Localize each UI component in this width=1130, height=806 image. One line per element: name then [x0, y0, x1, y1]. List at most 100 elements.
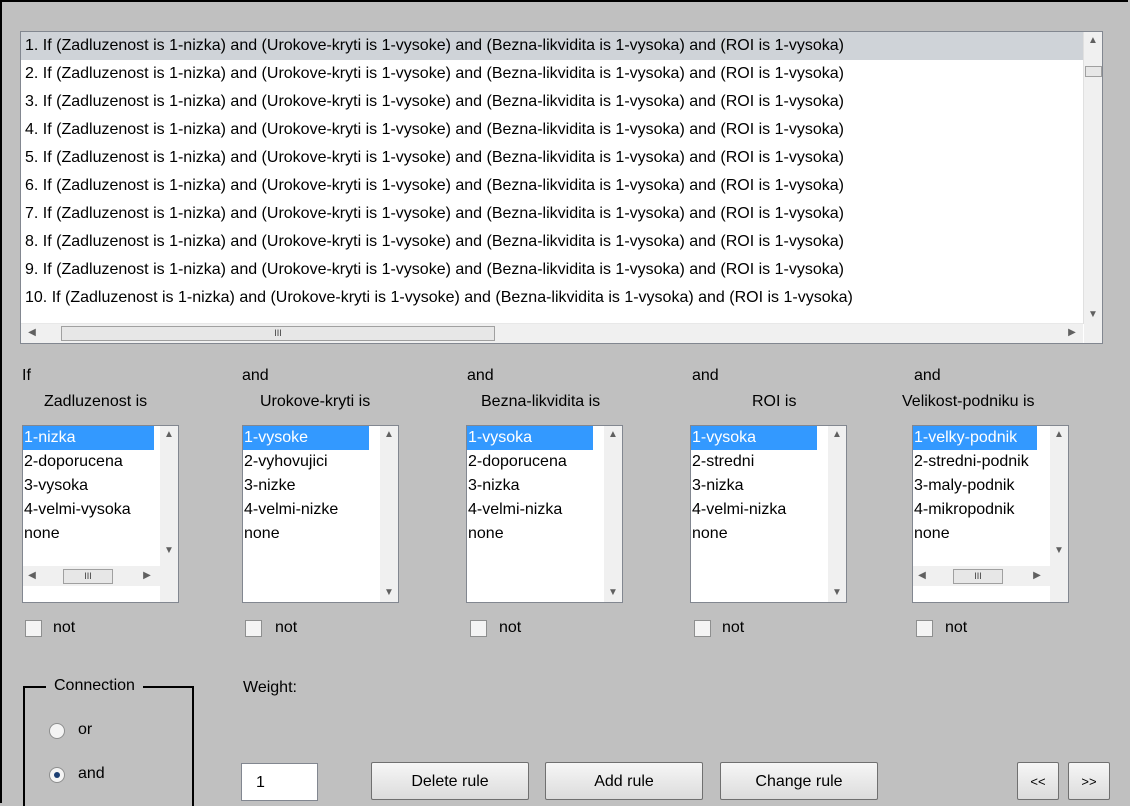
list-item[interactable]: 3-nizka — [691, 474, 822, 498]
roi-listbox[interactable]: 1-vysoka 2-stredni 3-nizka 4-velmi-nizka… — [690, 425, 847, 603]
scroll-down-icon[interactable]: ▼ — [380, 584, 398, 602]
list-item[interactable]: 1-nizka — [23, 426, 154, 450]
zadluzenost-listbox[interactable]: 1-nizka 2-doporucena 3-vysoka 4-velmi-vy… — [22, 425, 179, 603]
rule-row[interactable]: 5. If (Zadluzenost is 1-nizka) and (Urok… — [21, 144, 1083, 172]
not-checkbox-roi[interactable] — [694, 620, 711, 637]
list-item[interactable]: 3-vysoka — [23, 474, 154, 498]
rules-vertical-scrollbar[interactable]: ▲ ▼ — [1083, 32, 1102, 324]
scroll-thumb[interactable]: III — [953, 569, 1003, 584]
not-checkbox-bezna-likvidita[interactable] — [470, 620, 487, 637]
rules-list[interactable]: 1. If (Zadluzenost is 1-nizka) and (Urok… — [21, 32, 1083, 324]
rule-row[interactable]: 8. If (Zadluzenost is 1-nizka) and (Urok… — [21, 228, 1083, 256]
rule-row[interactable]: 1. If (Zadluzenost is 1-nizka) and (Urok… — [21, 32, 1083, 60]
scroll-down-icon[interactable]: ▼ — [1084, 306, 1102, 324]
rule-row[interactable]: 3. If (Zadluzenost is 1-nizka) and (Urok… — [21, 88, 1083, 116]
input-title-zadluzenost: Zadluzenost is — [44, 393, 148, 410]
scroll-corner — [1084, 324, 1102, 343]
scroll-thumb[interactable]: III — [61, 326, 495, 341]
not-checkbox-velikost-podniku[interactable] — [916, 620, 933, 637]
rule-row[interactable]: 7. If (Zadluzenost is 1-nizka) and (Urok… — [21, 200, 1083, 228]
list-item[interactable]: none — [467, 522, 598, 546]
add-rule-button[interactable]: Add rule — [545, 762, 703, 800]
list-item[interactable]: 3-nizka — [467, 474, 598, 498]
connector-label: If — [22, 367, 31, 384]
list-item[interactable]: 4-velmi-vysoka — [23, 498, 154, 522]
list-item[interactable]: 1-velky-podnik — [913, 426, 1037, 450]
list-horizontal-scrollbar[interactable]: ◀ III ▶ — [913, 566, 1050, 586]
connector-label: and — [467, 367, 494, 384]
list-horizontal-scrollbar[interactable]: ◀ III ▶ — [23, 566, 160, 586]
list-vertical-scrollbar[interactable]: ▲ ▼ — [604, 426, 622, 602]
list-item[interactable]: 3-nizke — [243, 474, 374, 498]
delete-rule-button[interactable]: Delete rule — [371, 762, 529, 800]
not-checkbox-zadluzenost[interactable] — [25, 620, 42, 637]
weight-input[interactable]: 1 — [241, 763, 318, 801]
input-title-velikost-podniku: Velikost-podniku is — [902, 393, 1035, 410]
input-title-roi: ROI is — [752, 393, 797, 410]
list-item[interactable]: none — [243, 522, 374, 546]
list-item[interactable]: 4-velmi-nizka — [691, 498, 822, 522]
scroll-down-icon[interactable]: ▼ — [160, 542, 178, 560]
not-checkbox-urokove-kryti[interactable] — [245, 620, 262, 637]
and-radio-label: and — [78, 765, 105, 782]
list-vertical-scrollbar[interactable]: ▲ ▼ — [828, 426, 846, 602]
scroll-down-icon[interactable]: ▼ — [604, 584, 622, 602]
list-item[interactable]: 2-doporucena — [23, 450, 154, 474]
list-item[interactable]: 2-vyhovujici — [243, 450, 374, 474]
not-label: not — [499, 619, 522, 636]
list-item[interactable]: 1-vysoka — [691, 426, 817, 450]
velikost-podniku-listbox[interactable]: 1-velky-podnik 2-stredni-podnik 3-maly-p… — [912, 425, 1069, 603]
or-radio[interactable] — [49, 723, 65, 739]
scroll-right-icon[interactable]: ▶ — [1063, 324, 1081, 342]
scroll-thumb[interactable]: III — [63, 569, 113, 584]
scroll-down-icon[interactable]: ▼ — [828, 584, 846, 602]
bezna-likvidita-listbox[interactable]: 1-vysoka 2-doporucena 3-nizka 4-velmi-ni… — [466, 425, 623, 603]
urokove-kryti-listbox[interactable]: 1-vysoke 2-vyhovujici 3-nizke 4-velmi-ni… — [242, 425, 399, 603]
list-item[interactable]: 1-vysoke — [243, 426, 369, 450]
list-item[interactable]: 4-velmi-nizka — [467, 498, 598, 522]
list-item[interactable]: none — [913, 522, 1044, 546]
next-button[interactable]: >> — [1068, 762, 1110, 800]
list-item[interactable]: 1-vysoka — [467, 426, 593, 450]
list-item[interactable]: none — [23, 522, 154, 546]
connection-title: Connection — [46, 677, 143, 695]
list-item[interactable]: none — [691, 522, 822, 546]
rules-listbox[interactable]: 1. If (Zadluzenost is 1-nizka) and (Urok… — [20, 31, 1103, 344]
rule-row[interactable]: 10. If (Zadluzenost is 1-nizka) and (Uro… — [21, 284, 1083, 312]
rule-row[interactable]: 2. If (Zadluzenost is 1-nizka) and (Urok… — [21, 60, 1083, 88]
scroll-up-icon[interactable]: ▲ — [160, 426, 178, 444]
or-radio-label: or — [78, 721, 93, 738]
scroll-up-icon[interactable]: ▲ — [1084, 32, 1102, 50]
scroll-up-icon[interactable]: ▲ — [604, 426, 622, 444]
list-vertical-scrollbar[interactable]: ▲ ▼ — [160, 426, 178, 602]
scroll-right-icon[interactable]: ▶ — [1028, 567, 1046, 585]
rule-row[interactable]: 4. If (Zadluzenost is 1-nizka) and (Urok… — [21, 116, 1083, 144]
and-radio[interactable] — [49, 767, 65, 783]
previous-button[interactable]: << — [1017, 762, 1059, 800]
list-item[interactable]: 2-doporucena — [467, 450, 598, 474]
list-item[interactable]: 2-stredni — [691, 450, 822, 474]
rule-row[interactable]: 9. If (Zadluzenost is 1-nizka) and (Urok… — [21, 256, 1083, 284]
scroll-up-icon[interactable]: ▲ — [1050, 426, 1068, 444]
rules-horizontal-scrollbar[interactable]: ◀ III ▶ — [21, 323, 1083, 343]
not-label: not — [53, 619, 76, 636]
scroll-thumb[interactable] — [1085, 66, 1102, 77]
scroll-left-icon[interactable]: ◀ — [23, 324, 41, 342]
not-label: not — [275, 619, 298, 636]
scroll-down-icon[interactable]: ▼ — [1050, 542, 1068, 560]
scroll-right-icon[interactable]: ▶ — [138, 567, 156, 585]
change-rule-button[interactable]: Change rule — [720, 762, 878, 800]
list-item[interactable]: 3-maly-podnik — [913, 474, 1044, 498]
list-item[interactable]: 2-stredni-podnik — [913, 450, 1037, 474]
list-item[interactable]: 4-velmi-nizke — [243, 498, 374, 522]
rule-row[interactable]: 6. If (Zadluzenost is 1-nizka) and (Urok… — [21, 172, 1083, 200]
connection-group — [23, 686, 194, 806]
list-vertical-scrollbar[interactable]: ▲ ▼ — [380, 426, 398, 602]
scroll-up-icon[interactable]: ▲ — [828, 426, 846, 444]
connector-label: and — [914, 367, 941, 384]
list-item[interactable]: 4-mikropodnik — [913, 498, 1044, 522]
scroll-left-icon[interactable]: ◀ — [913, 567, 931, 585]
list-vertical-scrollbar[interactable]: ▲ ▼ — [1050, 426, 1068, 602]
scroll-up-icon[interactable]: ▲ — [380, 426, 398, 444]
scroll-left-icon[interactable]: ◀ — [23, 567, 41, 585]
